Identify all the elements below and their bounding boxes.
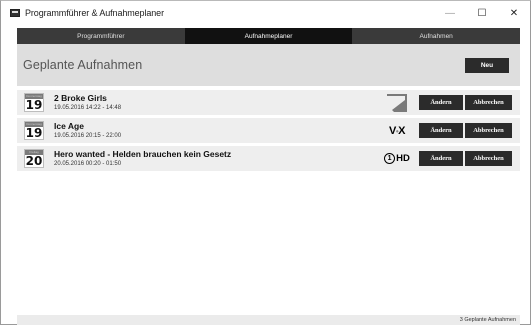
recording-time: 20.05.2016 00:20 - 01:50 bbox=[54, 161, 122, 167]
recording-info: 2 Broke Girls 19.05.2016 14:22 - 14:48 bbox=[54, 93, 121, 112]
maximize-button[interactable]: ☐ bbox=[466, 1, 498, 25]
vox-logo-icon: V•X bbox=[389, 124, 406, 137]
recording-title: 2 Broke Girls bbox=[54, 93, 107, 103]
recording-row: Donnerstag 19 Ice Age 19.05.2016 20:15 -… bbox=[17, 118, 520, 143]
cancel-recording-button[interactable]: Abbrechen bbox=[465, 151, 512, 166]
cancel-recording-button[interactable]: Abbrechen bbox=[465, 123, 512, 138]
calendar-icon: Freitag 20 bbox=[24, 149, 44, 168]
edit-button[interactable]: Ändern bbox=[419, 151, 463, 166]
tab-aufnahmeplaner[interactable]: Aufnahmeplaner bbox=[184, 28, 353, 44]
cancel-recording-button[interactable]: Abbrechen bbox=[465, 95, 512, 110]
calendar-icon: Donnerstag 19 bbox=[24, 93, 44, 112]
window-controls: — ☐ ✕ bbox=[434, 1, 530, 25]
tab-bar: Programmführer Aufnahmeplaner Aufnahmen bbox=[17, 28, 521, 44]
calendar-icon: Donnerstag 19 bbox=[24, 121, 44, 140]
status-bar: 3 Geplante Aufnahmen bbox=[17, 315, 520, 325]
prosieben-logo-icon bbox=[383, 93, 411, 112]
recording-info: Ice Age 19.05.2016 20:15 - 22:00 bbox=[54, 121, 121, 140]
recording-row: Freitag 20 Hero wanted - Helden brauchen… bbox=[17, 146, 520, 171]
tab-programmfuehrer[interactable]: Programmführer bbox=[17, 28, 185, 44]
recording-time: 19.05.2016 20:15 - 22:00 bbox=[54, 133, 122, 139]
app-window: Programmführer & Aufnahmeplaner — ☐ ✕ Pr… bbox=[0, 0, 531, 325]
recording-title: Ice Age bbox=[54, 121, 84, 131]
page-title: Geplante Aufnahmen bbox=[23, 58, 143, 72]
recording-time: 19.05.2016 14:22 - 14:48 bbox=[54, 105, 122, 111]
edit-button[interactable]: Ändern bbox=[419, 123, 463, 138]
ard-hd-logo-icon: 1 HD bbox=[383, 149, 411, 168]
recordings-count: 3 Geplante Aufnahmen bbox=[459, 317, 516, 323]
new-recording-button[interactable]: Neu bbox=[465, 58, 509, 73]
recordings-list: Donnerstag 19 2 Broke Girls 19.05.2016 1… bbox=[17, 90, 520, 174]
recording-info: Hero wanted - Helden brauchen kein Geset… bbox=[54, 149, 231, 168]
close-button[interactable]: ✕ bbox=[498, 1, 530, 25]
page-header: Geplante Aufnahmen Neu bbox=[17, 44, 520, 86]
edit-button[interactable]: Ändern bbox=[419, 95, 463, 110]
window-title: Programmführer & Aufnahmeplaner bbox=[25, 8, 164, 18]
calendar-day: 19 bbox=[25, 126, 43, 140]
minimize-button[interactable]: — bbox=[434, 1, 466, 25]
calendar-day: 19 bbox=[25, 98, 43, 112]
recording-row: Donnerstag 19 2 Broke Girls 19.05.2016 1… bbox=[17, 90, 520, 115]
title-bar: Programmführer & Aufnahmeplaner — ☐ ✕ bbox=[1, 1, 530, 25]
tv-app-icon bbox=[10, 9, 20, 17]
calendar-day: 20 bbox=[25, 154, 43, 168]
recording-title: Hero wanted - Helden brauchen kein Geset… bbox=[54, 149, 232, 159]
tab-aufnahmen[interactable]: Aufnahmen bbox=[352, 28, 521, 44]
